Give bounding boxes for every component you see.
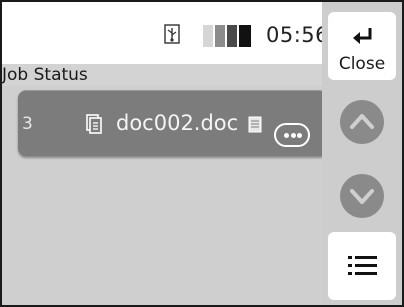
scroll-up-icon[interactable] bbox=[338, 98, 386, 146]
status-bar: 05:56 bbox=[2, 2, 329, 64]
return-arrow-icon bbox=[353, 28, 372, 44]
list-view-icon bbox=[348, 256, 377, 275]
printer-panel: 05:56 Job Status 3 doc002.doc Close bbox=[0, 0, 404, 307]
scroll-down-icon[interactable] bbox=[338, 172, 386, 220]
clock-time: 05:56 bbox=[266, 23, 330, 47]
close-label: Close bbox=[338, 54, 386, 74]
page-title: Job Status bbox=[2, 65, 88, 85]
header-row: Job Status bbox=[2, 64, 322, 86]
list-view-button[interactable] bbox=[328, 232, 396, 300]
job-id: 3 bbox=[22, 114, 33, 134]
battery-icon bbox=[203, 25, 251, 47]
job-row[interactable]: 3 doc002.doc bbox=[18, 90, 327, 156]
page-icon bbox=[248, 116, 262, 133]
document-icon bbox=[86, 114, 102, 134]
document-name: doc002.doc bbox=[116, 111, 239, 135]
side-panel: Close bbox=[322, 2, 402, 305]
more-options-icon[interactable] bbox=[274, 123, 310, 147]
close-button[interactable]: Close bbox=[328, 12, 396, 80]
usb-icon bbox=[164, 24, 180, 44]
